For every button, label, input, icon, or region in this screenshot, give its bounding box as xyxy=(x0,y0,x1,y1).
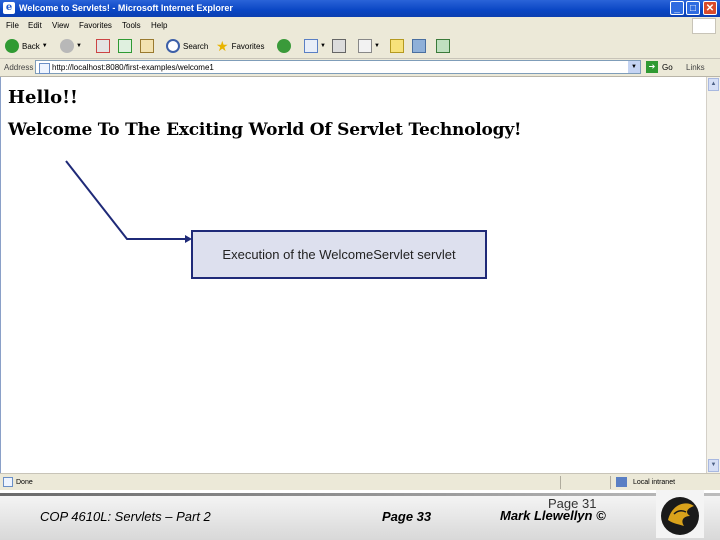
back-label: Back xyxy=(22,41,40,51)
chevron-down-icon: ▼ xyxy=(320,43,326,49)
menu-bar: File Edit View Favorites Tools Help xyxy=(0,17,720,35)
print-button[interactable] xyxy=(332,38,346,54)
address-url[interactable]: http://localhost:8080/first-examples/wel… xyxy=(52,63,214,72)
ucf-pegasus-logo-icon xyxy=(656,490,704,538)
page-icon xyxy=(39,63,50,74)
history-button[interactable] xyxy=(277,38,291,54)
favorites-button[interactable]: ★ Favorites xyxy=(216,38,264,54)
chevron-down-icon: ▼ xyxy=(76,43,82,49)
ie-logo-icon: e xyxy=(3,2,15,14)
menu-favorites[interactable]: Favorites xyxy=(79,21,112,30)
mail-button[interactable]: ▼ xyxy=(304,38,326,54)
menu-view[interactable]: View xyxy=(52,21,69,30)
go-button[interactable]: Go xyxy=(662,63,673,72)
page-done-icon xyxy=(3,477,13,487)
address-bar: Address http://localhost:8080/first-exam… xyxy=(0,59,720,77)
windows-flag-icon xyxy=(692,18,716,34)
address-label: Address xyxy=(4,63,34,72)
back-arrow-icon xyxy=(5,39,19,53)
status-text: Done xyxy=(16,479,33,486)
discuss-button[interactable] xyxy=(390,38,404,54)
search-button[interactable]: Search xyxy=(166,38,208,54)
history-icon xyxy=(277,39,291,53)
star-icon: ★ xyxy=(216,37,229,54)
callout-text: Execution of the WelcomeServlet servlet xyxy=(222,247,456,262)
go-arrow-icon[interactable]: ➔ xyxy=(646,61,658,73)
menu-file[interactable]: File xyxy=(6,21,19,30)
print-icon xyxy=(332,39,346,53)
messenger-button[interactable] xyxy=(412,38,426,54)
maximize-button[interactable]: □ xyxy=(686,1,700,15)
address-input[interactable]: http://localhost:8080/first-examples/wel… xyxy=(35,60,641,74)
search-icon xyxy=(166,39,180,53)
status-divider xyxy=(610,476,611,489)
course-title: COP 4610L: Servlets – Part 2 xyxy=(40,509,211,524)
callout-line xyxy=(65,160,185,240)
title-bar: e Welcome to Servlets! - Microsoft Inter… xyxy=(0,0,720,17)
scroll-up-button[interactable]: ▲ xyxy=(708,78,719,91)
search-label: Search xyxy=(183,41,209,51)
forward-arrow-icon xyxy=(60,39,74,53)
mail-icon xyxy=(304,39,318,53)
address-dropdown-button[interactable]: ▼ xyxy=(628,61,640,73)
stop-button[interactable] xyxy=(96,38,110,54)
research-icon xyxy=(436,39,450,53)
page-number: Page 33 xyxy=(382,509,432,524)
forward-button[interactable]: ▼ xyxy=(60,38,82,54)
close-button[interactable]: ✕ xyxy=(703,1,717,15)
slide-footer: COP 4610L: Servlets – Part 2 Page 33 Pag… xyxy=(0,490,720,540)
home-icon xyxy=(140,39,154,53)
intranet-zone-icon xyxy=(616,477,627,487)
menu-tools[interactable]: Tools xyxy=(122,21,141,30)
messenger-icon xyxy=(412,39,426,53)
zone-text: Local intranet xyxy=(633,479,676,486)
menu-edit[interactable]: Edit xyxy=(28,21,42,30)
folder-icon xyxy=(390,39,404,53)
home-button[interactable] xyxy=(140,38,154,54)
edit-page-icon xyxy=(358,39,372,53)
chevron-down-icon: ▼ xyxy=(374,43,380,49)
menu-help[interactable]: Help xyxy=(151,21,167,30)
toolbar: Back ▼ ▼ Search ★ Favorites ▼ ▼ xyxy=(0,34,720,59)
links-button[interactable]: Links xyxy=(686,63,705,72)
status-divider xyxy=(560,476,561,489)
refresh-button[interactable] xyxy=(118,38,132,54)
chevron-down-icon: ▼ xyxy=(41,43,48,49)
research-button[interactable] xyxy=(436,38,450,54)
edit-button[interactable]: ▼ xyxy=(358,38,380,54)
back-button[interactable]: Back ▼ xyxy=(5,38,48,54)
window-title: Welcome to Servlets! - Microsoft Interne… xyxy=(19,3,233,13)
minimize-button[interactable]: _ xyxy=(670,1,684,15)
favorites-label: Favorites xyxy=(231,41,265,51)
scroll-down-button[interactable]: ▼ xyxy=(708,459,719,472)
author-name: Mark Llewellyn © xyxy=(500,508,606,523)
vertical-scrollbar[interactable]: ▲ ▼ xyxy=(706,77,720,473)
refresh-icon xyxy=(118,39,132,53)
stop-icon xyxy=(96,39,110,53)
status-bar: Done Local intranet xyxy=(0,473,720,491)
callout-box: Execution of the WelcomeServlet servlet xyxy=(191,230,487,279)
